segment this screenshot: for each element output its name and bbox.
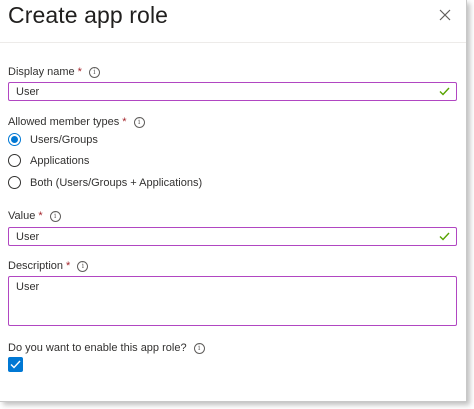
required-marker: * <box>77 66 82 78</box>
display-name-value: User <box>16 86 40 98</box>
radio-label: Both (Users/Groups + Applications) <box>30 176 203 189</box>
value-label-text: Value <box>8 210 36 222</box>
value-input[interactable]: User <box>8 227 457 246</box>
required-marker: * <box>66 260 71 272</box>
info-icon[interactable]: i <box>133 116 145 128</box>
radio-label: Users/Groups <box>30 133 98 146</box>
radio-button[interactable] <box>8 176 21 189</box>
checkmark-icon <box>439 232 450 241</box>
create-app-role-panel: Create app role Display name * i User Al… <box>0 0 467 402</box>
display-name-label: Display name * i <box>8 66 100 78</box>
display-name-input[interactable]: User <box>8 82 457 101</box>
display-name-label-text: Display name <box>8 66 75 78</box>
radio-label: Applications <box>30 154 90 167</box>
panel-title: Create app role <box>8 2 169 28</box>
description-textarea[interactable]: User <box>8 276 457 326</box>
value-field-value: User <box>16 231 40 243</box>
info-icon[interactable]: i <box>49 210 61 222</box>
checkmark-icon <box>10 360 21 369</box>
checkmark-icon <box>439 87 450 96</box>
required-marker: * <box>38 210 43 222</box>
description-value: User <box>16 281 40 293</box>
radio-users-groups[interactable]: Users/Groups <box>8 133 98 146</box>
description-label: Description * i <box>8 260 89 272</box>
radio-button-selected[interactable] <box>8 133 21 146</box>
value-label: Value * i <box>8 210 61 222</box>
required-marker: * <box>122 116 127 128</box>
member-types-label: Allowed member types * i <box>8 116 145 128</box>
radio-button[interactable] <box>8 154 21 167</box>
radio-both[interactable]: Both (Users/Groups + Applications) <box>8 176 202 189</box>
close-button[interactable] <box>436 6 454 24</box>
info-icon[interactable]: i <box>88 66 100 78</box>
close-icon <box>439 9 451 21</box>
enable-checkbox[interactable] <box>8 357 23 372</box>
info-icon[interactable]: i <box>77 260 89 272</box>
member-types-label-text: Allowed member types <box>8 116 120 128</box>
header-divider <box>0 42 466 43</box>
radio-applications[interactable]: Applications <box>8 154 89 167</box>
description-label-text: Description <box>8 260 64 272</box>
enable-label: Do you want to enable this app role? i <box>8 342 205 354</box>
enable-label-text: Do you want to enable this app role? <box>8 342 187 354</box>
info-icon[interactable]: i <box>193 342 205 354</box>
